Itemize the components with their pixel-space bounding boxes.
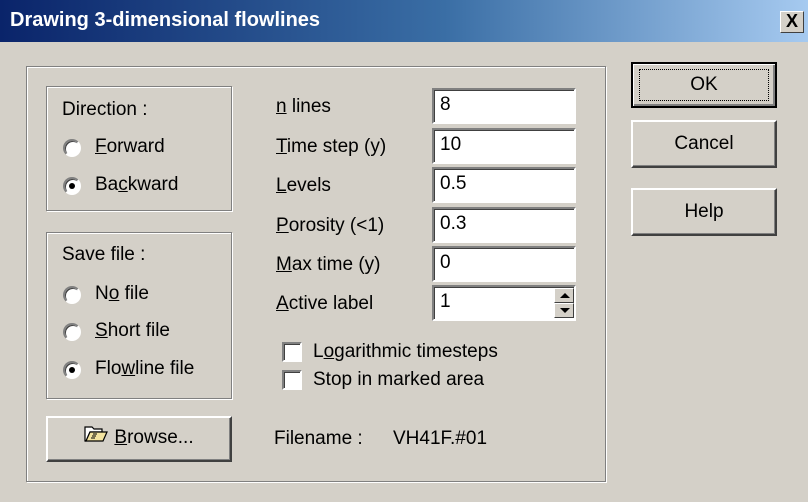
spin-down-button[interactable] <box>554 303 574 318</box>
max-time-field[interactable]: 0 <box>432 246 576 282</box>
active-label-spinner[interactable] <box>554 288 574 318</box>
ok-button[interactable]: OK <box>631 62 777 108</box>
window-title: Drawing 3-dimensional flowlines <box>10 9 321 31</box>
direction-heading: Direction : <box>62 99 148 120</box>
logarithmic-timesteps-label[interactable]: Logarithmic timesteps <box>313 341 498 363</box>
active-label-value: 1 <box>440 291 451 312</box>
max-time-label: Max time (y) <box>276 254 381 275</box>
close-button[interactable]: X <box>780 11 804 33</box>
filename-value: VH41F.#01 <box>393 428 488 449</box>
levels-field[interactable]: 0.5 <box>432 167 576 203</box>
focus-rectangle <box>639 69 769 101</box>
porosity-label: Porosity (<1) <box>276 215 385 236</box>
active-label-field[interactable]: 1 <box>432 285 576 321</box>
close-icon: X <box>785 11 798 31</box>
save-short-file-label[interactable]: Short file <box>95 320 170 342</box>
porosity-field[interactable]: 0.3 <box>432 207 576 243</box>
levels-label: Levels <box>276 175 331 196</box>
radio-selected-dot <box>69 367 75 373</box>
save-no-file-radio[interactable] <box>63 286 81 304</box>
filename-label: Filename : <box>274 428 363 449</box>
time-step-field[interactable]: 10 <box>432 128 576 164</box>
radio-selected-dot <box>69 183 75 189</box>
title-bar[interactable]: Drawing 3-dimensional flowlines X <box>0 0 808 42</box>
direction-backward-label[interactable]: Backward <box>95 174 178 196</box>
save-short-file-radio[interactable] <box>63 323 81 341</box>
direction-backward-radio[interactable] <box>63 177 81 195</box>
stop-marked-area-checkbox[interactable] <box>282 370 302 390</box>
n-lines-field[interactable]: 8 <box>432 88 576 124</box>
n-lines-label: n lines <box>276 96 331 117</box>
help-button[interactable]: Help <box>631 188 777 236</box>
folder-open-icon <box>84 418 109 458</box>
cancel-button[interactable]: Cancel <box>631 120 777 168</box>
direction-forward-radio[interactable] <box>63 139 81 157</box>
save-no-file-label[interactable]: No file <box>95 283 149 305</box>
save-flowline-file-radio[interactable] <box>63 361 81 379</box>
stop-marked-area-label[interactable]: Stop in marked area <box>313 369 484 391</box>
save-file-heading: Save file : <box>62 244 146 265</box>
active-label-label: Active label <box>276 293 374 314</box>
time-step-label: Time step (y) <box>276 136 387 157</box>
arrow-up-icon <box>560 293 570 298</box>
browse-button[interactable]: Browse... <box>46 416 232 462</box>
direction-forward-label[interactable]: Forward <box>95 136 165 158</box>
save-flowline-file-label[interactable]: Flowline file <box>95 358 194 380</box>
logarithmic-timesteps-checkbox[interactable] <box>282 342 302 362</box>
spin-up-button[interactable] <box>554 288 574 303</box>
arrow-down-icon <box>560 308 570 313</box>
